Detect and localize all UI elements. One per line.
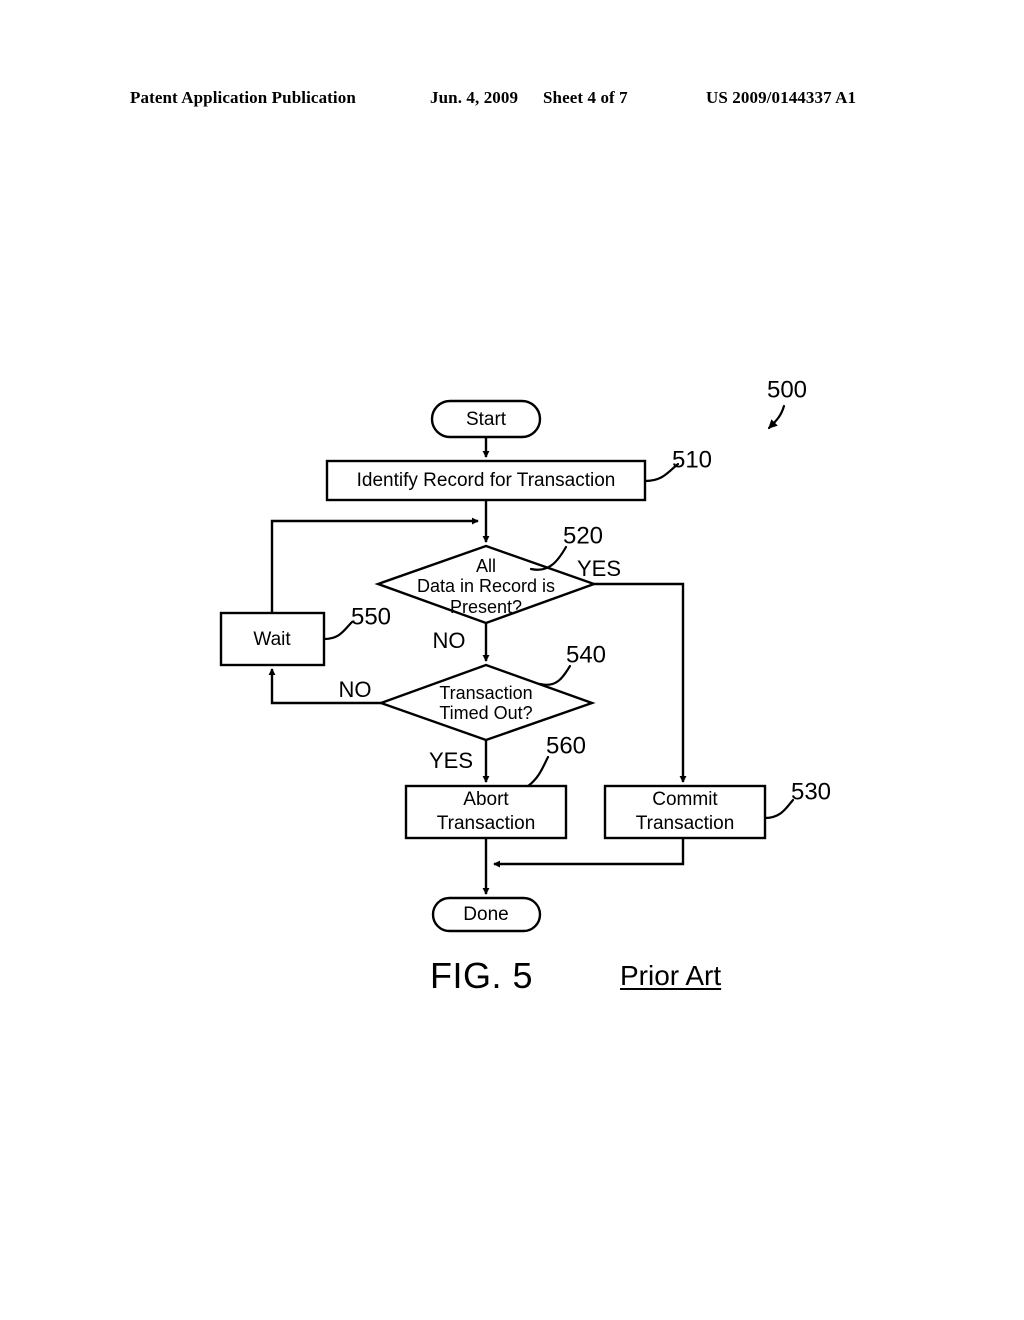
node-identify-record: Identify Record for Transaction <box>325 459 647 502</box>
node-timed-out-decision: Transaction Timed Out? <box>377 663 596 742</box>
node-abort-transaction: Abort Transaction <box>404 784 568 840</box>
node-commit-transaction-label-line1: Commit <box>652 789 718 810</box>
node-data-present-label-line2: Data in Record is <box>417 576 555 596</box>
figure-drawing-area: Start Identify Record for Transaction 51… <box>0 0 1024 1320</box>
connector-data-present-yes-to-commit <box>594 582 687 783</box>
leader-arrow-500 <box>767 404 786 430</box>
reference-number-510: 510 <box>672 446 712 473</box>
reference-number-530: 530 <box>791 778 831 805</box>
edge-label-timed-out-yes: YES <box>429 748 473 773</box>
reference-number-550: 550 <box>351 603 391 630</box>
figure-caption: FIG. 5 <box>430 955 534 996</box>
node-timed-out-label-line2: Timed Out? <box>439 703 532 723</box>
node-data-present-label-line3: Present? <box>450 597 522 617</box>
node-start: Start <box>430 399 542 439</box>
leader-line-560 <box>526 755 550 788</box>
node-commit-transaction: Commit Transaction <box>603 784 767 840</box>
node-abort-transaction-label-line2: Transaction <box>437 813 536 834</box>
reference-number-520: 520 <box>563 522 603 549</box>
connector-commit-to-done <box>493 838 685 868</box>
flowchart-diagram: Start Identify Record for Transaction 51… <box>219 376 831 933</box>
reference-number-500: 500 <box>767 376 807 403</box>
node-wait: Wait <box>219 611 326 667</box>
node-done: Done <box>431 896 542 933</box>
reference-number-560: 560 <box>546 732 586 759</box>
node-abort-transaction-label-line1: Abort <box>463 789 509 810</box>
leader-line-530 <box>763 798 795 820</box>
node-start-label: Start <box>466 409 507 430</box>
edge-label-data-present-yes: YES <box>577 556 621 581</box>
node-identify-record-label: Identify Record for Transaction <box>357 470 616 491</box>
leader-line-540 <box>538 664 572 686</box>
node-data-present-label-line1: All <box>476 556 496 576</box>
node-done-label: Done <box>463 904 508 925</box>
prior-art-note: Prior Art <box>620 960 722 991</box>
leader-line-550 <box>322 620 354 641</box>
node-wait-label: Wait <box>253 629 291 650</box>
node-data-present-decision: All Data in Record is Present? <box>374 544 598 625</box>
node-commit-transaction-label-line2: Transaction <box>636 813 735 834</box>
edge-label-timed-out-no: NO <box>339 677 372 702</box>
reference-number-540: 540 <box>566 641 606 668</box>
node-timed-out-label-line1: Transaction <box>439 683 532 703</box>
edge-label-data-present-no: NO <box>433 628 466 653</box>
